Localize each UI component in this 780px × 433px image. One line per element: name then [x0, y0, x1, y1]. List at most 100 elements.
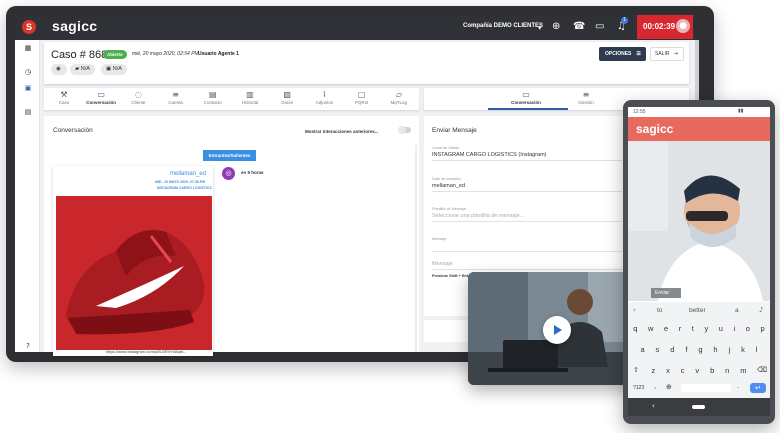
field-underline: [432, 191, 622, 192]
key-o[interactable]: o: [746, 324, 750, 333]
key-t[interactable]: t: [692, 324, 694, 333]
tab-contacto[interactable]: ▤ Contacto: [195, 90, 231, 105]
backspace-icon[interactable]: ⌫: [757, 366, 767, 374]
toggle-knob[interactable]: [398, 126, 406, 134]
key-n[interactable]: n: [725, 366, 729, 375]
space-key[interactable]: [681, 384, 731, 392]
tab-mqtlog[interactable]: ▱ MqTLog: [381, 90, 417, 105]
key-y[interactable]: y: [704, 324, 708, 333]
grid-icon[interactable]: ▦: [24, 44, 32, 52]
key-l[interactable]: l: [756, 345, 758, 354]
clock-icon[interactable]: ◷: [24, 68, 32, 76]
key-m[interactable]: m: [740, 366, 746, 375]
back-icon[interactable]: ‹: [652, 402, 655, 410]
tab-label: Conversación: [86, 100, 117, 105]
case-chip-icon[interactable]: ◉: [51, 64, 67, 75]
user-icon: ◌: [134, 90, 142, 99]
tab-adjuntos[interactable]: ⌇ Adjuntos: [306, 90, 342, 105]
case-agent: Usuario Agente 1: [198, 51, 239, 57]
key-d[interactable]: d: [670, 345, 674, 354]
template-select[interactable]: Seleccione una plantilla de mensaje...: [432, 213, 524, 219]
tab-label: Gestión: [578, 100, 594, 105]
tab-caso[interactable]: ⚒ Caso: [46, 90, 82, 105]
message-image[interactable]: [56, 196, 212, 350]
shift-icon[interactable]: ⇧: [633, 366, 639, 374]
list-icon: ≡: [172, 90, 179, 99]
globe-icon[interactable]: ⊕: [666, 383, 672, 391]
key-f[interactable]: f: [685, 345, 687, 354]
key-a[interactable]: a: [640, 345, 644, 354]
chip-label: N/A: [112, 66, 122, 72]
key-j[interactable]: j: [729, 345, 731, 354]
tab-gestion[interactable]: ≡ Gestión: [568, 90, 604, 105]
period-key[interactable]: .: [737, 383, 739, 390]
key-i[interactable]: i: [734, 324, 736, 333]
company-selector[interactable]: Compañía DEMO CLIENTES: [463, 23, 543, 29]
panel-divider[interactable]: [415, 145, 417, 352]
tab-label: Conversación: [511, 100, 541, 105]
chat-icon[interactable]: ▭: [595, 21, 604, 33]
key-c[interactable]: c: [681, 366, 685, 375]
key-k[interactable]: k: [741, 345, 745, 354]
case-chip-1[interactable]: ▰ N/A: [70, 64, 95, 75]
keyboard-row-1: qwertyuiop: [628, 324, 770, 333]
message-user[interactable]: mellaman_ed: [170, 171, 206, 177]
logo-icon[interactable]: S: [22, 20, 36, 34]
numbers-key[interactable]: ?123: [633, 385, 644, 391]
help-icon[interactable]: ?: [24, 342, 32, 350]
key-w[interactable]: w: [648, 324, 653, 333]
send-bubble[interactable]: Enviar: [651, 288, 681, 298]
contact-field[interactable]: mellaman_ed: [432, 183, 465, 189]
chevron-icon[interactable]: ›: [633, 306, 636, 314]
enter-key[interactable]: ↵: [750, 383, 766, 393]
key-x[interactable]: x: [666, 366, 670, 375]
notification-badge: 1: [621, 17, 628, 24]
tab-gui-n[interactable]: ▧ Guión: [269, 90, 305, 105]
suggestion-3[interactable]: a: [735, 307, 739, 314]
tab-label: MqTLog: [390, 100, 408, 105]
message-input[interactable]: Mensaje: [432, 261, 453, 267]
comma-key[interactable]: ,: [654, 383, 656, 390]
inbox-icon[interactable]: ▣: [24, 84, 32, 92]
key-h[interactable]: h: [713, 345, 717, 354]
suggestion-1[interactable]: to: [657, 307, 662, 314]
send-hint: Presione Shift + Enter: [432, 274, 472, 278]
microphone-icon[interactable]: ♪: [759, 306, 763, 314]
phone-icon[interactable]: ☎: [573, 21, 585, 33]
exit-button[interactable]: SALIR ⇥: [650, 47, 684, 61]
key-p[interactable]: p: [760, 324, 764, 333]
key-e[interactable]: e: [664, 324, 668, 333]
suggestion-2[interactable]: better: [689, 307, 706, 314]
sneaker-image: [56, 196, 212, 350]
output-channel-select[interactable]: INSTAGRAM CARGO LOGISTICS (Instagram): [432, 152, 547, 158]
tab-cliente[interactable]: ◌ Cliente: [120, 90, 156, 105]
key-q[interactable]: q: [633, 324, 637, 333]
key-g[interactable]: g: [698, 345, 702, 354]
home-button[interactable]: [692, 405, 705, 409]
key-r[interactable]: r: [679, 324, 682, 333]
agent-photo: [628, 141, 770, 301]
instagram-icon: ◎: [222, 167, 235, 180]
key-b[interactable]: b: [710, 366, 714, 375]
message-link[interactable]: https://www.instagram.com/p/B-BRVYd8qfd.…: [106, 349, 186, 354]
tab-label: Adjuntos: [315, 100, 334, 105]
tab-historial[interactable]: ▥ Historial: [232, 90, 268, 105]
tab-conversaci-n[interactable]: ▭ Conversación: [83, 90, 119, 105]
chevron-down-icon[interactable]: ▾: [538, 22, 542, 34]
top-bar: [15, 14, 695, 40]
document-icon[interactable]: ▤: [24, 108, 32, 116]
avatar[interactable]: ●: [676, 19, 690, 33]
key-s[interactable]: s: [656, 345, 660, 354]
add-icon[interactable]: ⊕: [552, 21, 560, 33]
tab-conversacion-right[interactable]: ▭ Conversación: [508, 90, 544, 105]
tab-cuenta[interactable]: ≡ Cuenta: [158, 90, 194, 105]
active-tab-indicator: [488, 108, 568, 110]
tab-pqrsf[interactable]: ▢ PQRsf: [344, 90, 380, 105]
key-z[interactable]: z: [651, 366, 655, 375]
message-channel: INSTAGRAM CARGO LOGISTICS: [157, 186, 212, 190]
case-chip-2[interactable]: ▣ N/A: [101, 64, 127, 75]
options-button[interactable]: OPCIONES ☰: [599, 47, 646, 61]
key-v[interactable]: v: [695, 366, 699, 375]
direction-filter-button[interactable]: Entrantes/Salientes: [203, 150, 256, 161]
key-u[interactable]: u: [719, 324, 723, 333]
